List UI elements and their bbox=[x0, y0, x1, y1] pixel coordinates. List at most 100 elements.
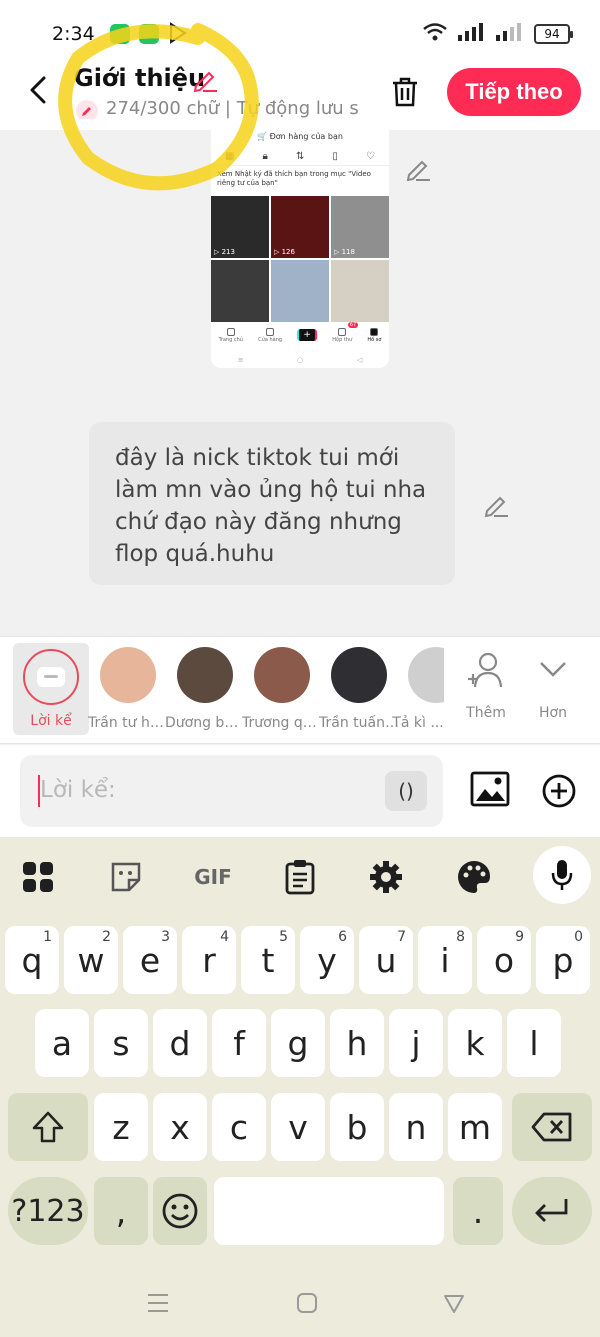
edit-caption-icon[interactable] bbox=[482, 490, 510, 518]
wifi-icon bbox=[422, 22, 448, 46]
key-a[interactable]: a bbox=[35, 1009, 89, 1077]
narration-input[interactable]: Lời kể: () bbox=[20, 755, 443, 827]
voice-option[interactable]: Trương qu... bbox=[242, 647, 322, 731]
add-voice-button[interactable]: Thêm bbox=[456, 651, 516, 721]
gif-button[interactable]: GIF bbox=[190, 857, 236, 897]
key-c[interactable]: c bbox=[212, 1093, 266, 1161]
video-thumb bbox=[331, 260, 389, 322]
key-i[interactable]: i8 bbox=[418, 926, 472, 994]
inbox-badge: 67 bbox=[347, 321, 359, 328]
microphone-icon[interactable] bbox=[533, 846, 591, 904]
space-key[interactable] bbox=[214, 1177, 444, 1245]
inbox-tab: Hộp thư 67 bbox=[332, 321, 359, 343]
pencil-icon bbox=[76, 100, 98, 119]
backspace-icon bbox=[531, 1112, 572, 1142]
key-h[interactable]: h bbox=[330, 1009, 384, 1077]
plus-icon: + bbox=[297, 329, 318, 341]
video-thumb: ▷ 126 bbox=[271, 196, 329, 258]
key-e[interactable]: e3 bbox=[123, 926, 177, 994]
apps-grid-icon[interactable] bbox=[18, 857, 58, 897]
voice-name: Trần tư hã... bbox=[88, 715, 168, 731]
screenshot-nav: ≡ ○ ◁ bbox=[237, 356, 363, 364]
home-nav-icon[interactable] bbox=[292, 1288, 322, 1318]
voice-option[interactable]: Trần tuấn ... bbox=[319, 647, 399, 731]
delete-button[interactable] bbox=[386, 72, 424, 112]
enter-key[interactable] bbox=[512, 1177, 592, 1245]
avatar bbox=[100, 647, 156, 703]
key-d[interactable]: d bbox=[153, 1009, 207, 1077]
key-y[interactable]: y6 bbox=[300, 926, 354, 994]
key-q[interactable]: q1 bbox=[5, 926, 59, 994]
voice-option[interactable]: Dương bá... bbox=[165, 647, 245, 731]
clipboard-icon[interactable] bbox=[280, 857, 320, 897]
key-g[interactable]: g bbox=[271, 1009, 325, 1077]
next-button[interactable]: Tiếp theo bbox=[447, 68, 581, 116]
symbols-key[interactable]: ?123 bbox=[8, 1177, 88, 1245]
app-notification-icon bbox=[139, 24, 159, 44]
shift-key[interactable] bbox=[8, 1093, 88, 1161]
key-j[interactable]: j bbox=[389, 1009, 443, 1077]
keyboard: GIF q1 w2 e3 r4 t5 y6 u7 i8 o9 p0 a s d … bbox=[0, 837, 600, 1337]
key-m[interactable]: m bbox=[448, 1093, 502, 1161]
voice-name: Trương qu... bbox=[242, 715, 322, 731]
back-button[interactable] bbox=[22, 70, 54, 110]
story-bar: Lời kể Trần tư hã... Dương bá... Trương … bbox=[0, 636, 600, 744]
content-area: 🛒 Đơn hàng của bạn ▦ 🔒︎ ⇅ ▯ ♡ Xem Nhật k… bbox=[0, 130, 600, 636]
key-v[interactable]: v bbox=[271, 1093, 325, 1161]
edit-title-icon[interactable] bbox=[192, 66, 218, 96]
avatar bbox=[331, 647, 387, 703]
create-tab: + bbox=[297, 329, 318, 341]
settings-gear-icon[interactable] bbox=[366, 857, 406, 897]
key-p[interactable]: p0 bbox=[536, 926, 590, 994]
key-z[interactable]: z bbox=[94, 1093, 148, 1161]
key-f[interactable]: f bbox=[212, 1009, 266, 1077]
screenshot-thumbnail[interactable]: 🛒 Đơn hàng của bạn ▦ 🔒︎ ⇅ ▯ ♡ Xem Nhật k… bbox=[211, 130, 389, 368]
key-s[interactable]: s bbox=[94, 1009, 148, 1077]
battery-indicator: 94 bbox=[534, 24, 573, 44]
edit-image-icon[interactable] bbox=[404, 154, 432, 182]
key-x[interactable]: x bbox=[153, 1093, 207, 1161]
sticker-icon[interactable] bbox=[106, 857, 146, 897]
lock-icon: 🔒︎ bbox=[262, 151, 268, 162]
voice-option[interactable]: Tả kì ... bbox=[392, 647, 444, 731]
video-thumb: ▷ 213 bbox=[211, 196, 269, 258]
key-o[interactable]: o9 bbox=[477, 926, 531, 994]
video-thumb bbox=[271, 260, 329, 322]
shift-arrow-icon bbox=[32, 1111, 64, 1143]
key-k[interactable]: k bbox=[448, 1009, 502, 1077]
emoji-key[interactable] bbox=[153, 1177, 207, 1245]
theme-palette-icon[interactable] bbox=[454, 857, 494, 897]
input-placeholder: Lời kể: bbox=[40, 777, 116, 803]
repost-icon: ⇅ bbox=[295, 151, 305, 162]
key-w[interactable]: w2 bbox=[64, 926, 118, 994]
key-l[interactable]: l bbox=[507, 1009, 561, 1077]
period-key[interactable]: . bbox=[453, 1177, 503, 1245]
profile-tab-icons: ▦ 🔒︎ ⇅ ▯ ♡ bbox=[211, 148, 389, 166]
add-voice-label: Thêm bbox=[466, 705, 506, 721]
caption-box[interactable]: đây là nick tiktok tui mới làm mn vào ủn… bbox=[89, 422, 455, 585]
key-n[interactable]: n bbox=[389, 1093, 443, 1161]
video-grid: ▷ 213 ▷ 126 ▷ 118 bbox=[211, 196, 389, 322]
key-t[interactable]: t5 bbox=[241, 926, 295, 994]
key-u[interactable]: u7 bbox=[359, 926, 413, 994]
narration-option[interactable]: Lời kể bbox=[13, 643, 89, 735]
key-b[interactable]: b bbox=[330, 1093, 384, 1161]
avatar bbox=[254, 647, 310, 703]
video-thumb: ▷ 118 bbox=[331, 196, 389, 258]
shop-label: 🛒 Đơn hàng của bạn bbox=[257, 132, 343, 141]
parentheses-button[interactable]: () bbox=[385, 771, 427, 811]
backspace-key[interactable] bbox=[512, 1093, 592, 1161]
menu-nav-icon[interactable] bbox=[143, 1288, 173, 1318]
heart-icon: ♡ bbox=[365, 151, 375, 162]
system-nav-bar bbox=[0, 1272, 600, 1337]
expand-button[interactable]: Hơn bbox=[523, 651, 583, 721]
key-r[interactable]: r4 bbox=[182, 926, 236, 994]
add-circle-icon[interactable] bbox=[541, 773, 577, 813]
voice-name: Tả kì ... bbox=[392, 715, 444, 731]
image-icon[interactable] bbox=[470, 771, 510, 811]
voice-option[interactable]: Trần tư hã... bbox=[88, 647, 168, 731]
back-nav-icon[interactable] bbox=[439, 1288, 469, 1318]
enter-arrow-icon bbox=[535, 1199, 568, 1222]
emoji-icon bbox=[162, 1193, 198, 1229]
comma-key[interactable]: , bbox=[94, 1177, 148, 1245]
